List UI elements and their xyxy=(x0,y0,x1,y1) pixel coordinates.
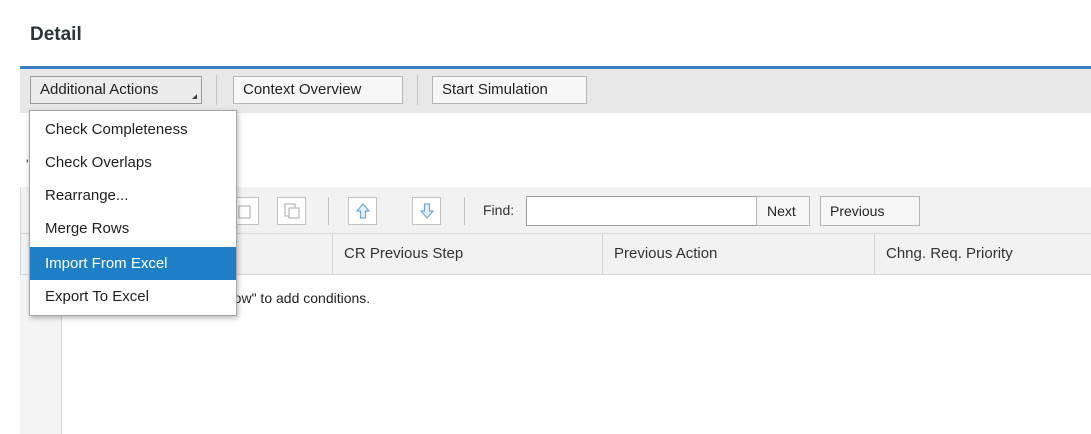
table-toolbar-separator xyxy=(464,197,465,225)
menu-item-merge-rows[interactable]: Merge Rows xyxy=(30,212,236,245)
additional-actions-label: Additional Actions xyxy=(40,81,159,98)
start-simulation-button[interactable]: Start Simulation xyxy=(432,76,587,104)
move-up-icon xyxy=(355,203,371,219)
main-toolbar: Additional Actions Context Overview Star… xyxy=(20,69,1091,113)
column-header-chng-req-priority[interactable]: Chng. Req. Priority xyxy=(874,234,1091,274)
next-button[interactable]: Next xyxy=(756,196,810,226)
menu-item-import-from-excel[interactable]: Import From Excel xyxy=(30,247,236,280)
menu-item-check-completeness[interactable]: Check Completeness xyxy=(30,113,236,146)
previous-button[interactable]: Previous xyxy=(820,196,920,226)
move-down-icon xyxy=(419,203,435,219)
paste-row-button[interactable] xyxy=(277,197,306,225)
copy-icon xyxy=(238,205,251,219)
toolbar-separator xyxy=(216,75,217,105)
toolbar-separator xyxy=(417,75,418,105)
dropdown-triangle-icon xyxy=(192,94,197,99)
move-up-button[interactable] xyxy=(348,197,377,225)
find-input[interactable] xyxy=(526,196,769,226)
move-down-button[interactable] xyxy=(412,197,441,225)
context-overview-button[interactable]: Context Overview xyxy=(233,76,403,104)
column-header-previous-action[interactable]: Previous Action xyxy=(602,234,874,274)
find-label: Find: xyxy=(483,202,515,218)
column-header-cr-previous-step[interactable]: CR Previous Step xyxy=(332,234,602,274)
paste-icon xyxy=(284,203,300,219)
additional-actions-button[interactable]: Additional Actions xyxy=(30,76,202,104)
menu-item-export-to-excel[interactable]: Export To Excel xyxy=(30,280,236,313)
page-title: Detail xyxy=(30,24,82,45)
menu-item-rearrange[interactable]: Rearrange... xyxy=(30,179,236,212)
table-toolbar-separator xyxy=(328,197,329,225)
additional-actions-menu: Check Completeness Check Overlaps Rearra… xyxy=(29,110,237,316)
menu-item-check-overlaps[interactable]: Check Overlaps xyxy=(30,146,236,179)
